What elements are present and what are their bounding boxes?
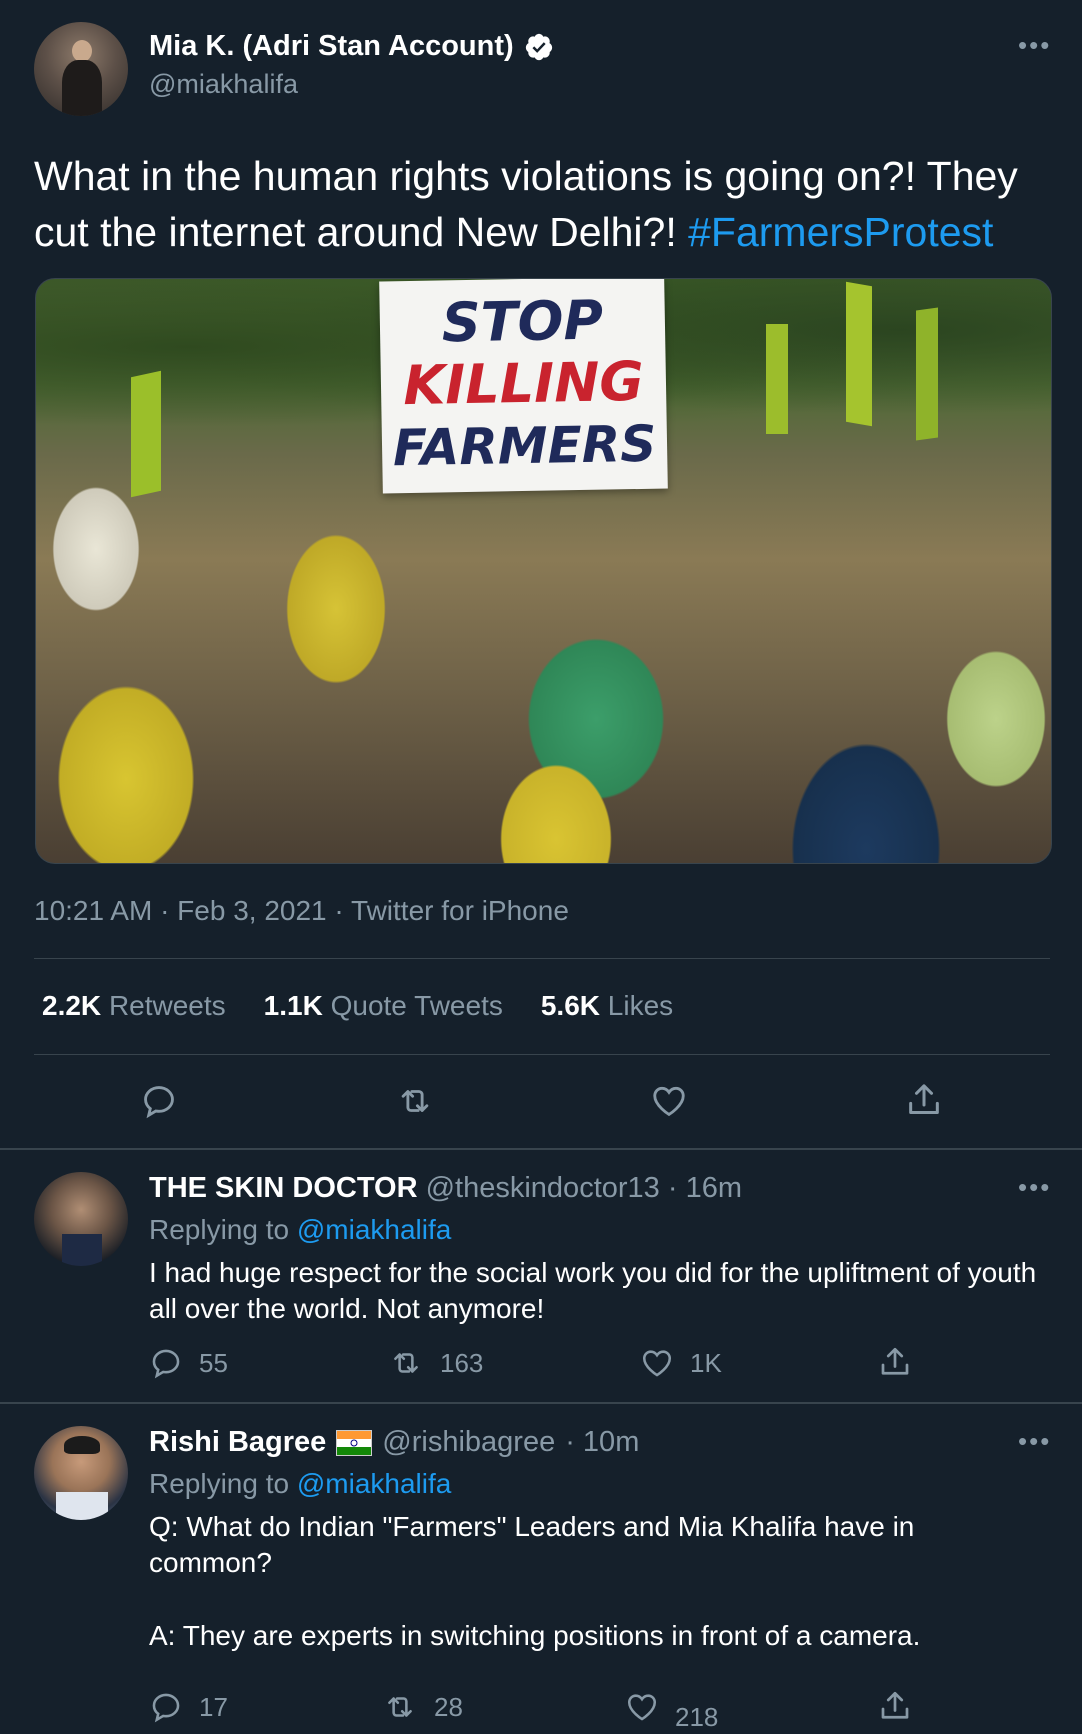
retweet-icon	[394, 1353, 418, 1373]
hashtag-link[interactable]: #FarmersProtest	[688, 209, 993, 255]
like-icon	[642, 1350, 672, 1377]
quotes-count: 1.1K	[263, 990, 323, 1021]
tweet-text: What in the human rights violations is g…	[34, 148, 1054, 260]
reply-text-answer: A: They are experts in switching positio…	[149, 1620, 921, 1651]
reply-handle[interactable]: @theskindoctor13	[426, 1172, 660, 1204]
like-icon	[627, 1694, 657, 1721]
replying-to-link[interactable]: @miakhalifa	[297, 1468, 451, 1499]
reply-avatar[interactable]	[34, 1426, 128, 1520]
retweets-count: 2.2K	[42, 990, 102, 1021]
suit	[62, 1234, 102, 1266]
author-name-text: Mia K. (Adri Stan Account)	[149, 30, 514, 62]
stats-divider	[34, 1054, 1050, 1055]
retweet-count: 163	[440, 1347, 484, 1378]
retweet-button[interactable]	[395, 1082, 435, 1120]
stats-row: 2.2K Retweets 1.1K Quote Tweets 5.6K Lik…	[42, 990, 673, 1022]
reply-icon	[144, 1086, 174, 1119]
share-icon	[909, 1084, 939, 1114]
share-button[interactable]	[877, 1688, 913, 1724]
more-options-icon[interactable]: •••	[1018, 1172, 1051, 1203]
reply-button[interactable]	[140, 1082, 178, 1120]
reply-button[interactable]: 17	[149, 1690, 228, 1724]
like-count: 218	[675, 1701, 719, 1732]
reply-display-name[interactable]: Rishi Bagree	[149, 1426, 326, 1459]
likes-stat[interactable]: 5.6K Likes	[541, 990, 673, 1022]
author-display-name[interactable]: Mia K. (Adri Stan Account)	[149, 30, 554, 63]
verified-badge-icon	[524, 32, 554, 62]
reply-icon	[152, 1693, 180, 1723]
replying-to-link[interactable]: @miakhalifa	[297, 1214, 451, 1245]
retweet-icon	[388, 1697, 412, 1717]
more-options-icon[interactable]: •••	[1018, 1426, 1051, 1457]
author-handle[interactable]: @miakhalifa	[149, 69, 298, 100]
shirt	[56, 1492, 108, 1520]
replying-prefix: Replying to	[149, 1214, 297, 1245]
share-icon	[881, 1347, 909, 1375]
tweet-meta: 10:21 AM · Feb 3, 2021 · Twitter for iPh…	[34, 895, 569, 926]
sign-line-killing: KILLING	[402, 349, 645, 418]
reply-header: Rishi Bagree @rishibagree · 10m	[149, 1426, 639, 1459]
retweets-label: Retweets	[108, 990, 226, 1021]
green-flag	[766, 324, 788, 434]
india-flag-icon	[336, 1429, 373, 1456]
share-icon	[881, 1691, 909, 1719]
share-button[interactable]	[877, 1344, 913, 1380]
retweet-count: 28	[434, 1691, 463, 1722]
reply-count: 55	[199, 1347, 228, 1378]
hair	[64, 1436, 100, 1454]
likes-label: Likes	[607, 990, 674, 1021]
replying-to: Replying to @miakhalifa	[149, 1214, 451, 1246]
green-flag	[846, 281, 872, 427]
share-button[interactable]	[904, 1080, 944, 1120]
like-count: 1K	[690, 1347, 722, 1378]
meta-divider	[34, 958, 1050, 959]
reply-tweet[interactable]: THE SKIN DOCTOR @theskindoctor13 · 16m •…	[0, 1150, 1082, 1402]
reply-text-question: Q: What do Indian "Farmers" Leaders and …	[149, 1511, 915, 1578]
retweets-stat[interactable]: 2.2K Retweets	[42, 990, 226, 1022]
reply-icon	[152, 1349, 180, 1379]
reply-text: I had huge respect for the social work y…	[149, 1257, 1037, 1324]
like-button[interactable]	[650, 1082, 688, 1120]
tweet-thread: Mia K. (Adri Stan Account) @miakhalifa •…	[0, 0, 1082, 1734]
reply-display-name[interactable]: THE SKIN DOCTOR	[149, 1172, 418, 1204]
likes-count: 5.6K	[540, 990, 601, 1021]
like-icon	[653, 1086, 685, 1117]
quotes-label: Quote Tweets	[330, 990, 503, 1021]
sign-line-stop: STOP	[441, 288, 604, 355]
reply-time[interactable]: · 16m	[668, 1172, 742, 1204]
retweet-button[interactable]: 163	[388, 1346, 483, 1380]
sign-line-farmers: FARMERS	[392, 414, 657, 478]
reply-tweet[interactable]: Rishi Bagree @rishibagree · 10m ••• Repl…	[0, 1404, 1082, 1734]
more-options-icon[interactable]: •••	[1018, 30, 1051, 61]
retweet-icon	[401, 1090, 429, 1112]
avatar-face	[72, 40, 92, 62]
like-button[interactable]: 1K	[640, 1346, 722, 1380]
reply-header: THE SKIN DOCTOR @theskindoctor13 · 16m	[149, 1172, 742, 1205]
avatar-body	[62, 60, 102, 116]
like-button[interactable]: 218	[625, 1690, 718, 1732]
reply-count: 17	[199, 1691, 228, 1722]
reply-avatar[interactable]	[34, 1172, 128, 1266]
quote-tweets-stat[interactable]: 1.1K Quote Tweets	[264, 990, 503, 1022]
tweet-image[interactable]: STOP KILLING FARMERS	[35, 278, 1052, 864]
reply-button[interactable]: 55	[149, 1346, 228, 1380]
reply-handle[interactable]: @rishibagree	[382, 1426, 555, 1459]
author-avatar[interactable]	[34, 22, 128, 116]
replying-prefix: Replying to	[149, 1468, 297, 1499]
reply-time[interactable]: · 10m	[565, 1426, 639, 1459]
protest-sign: STOP KILLING FARMERS	[379, 279, 668, 494]
retweet-button[interactable]: 28	[382, 1690, 463, 1724]
replying-to: Replying to @miakhalifa	[149, 1468, 451, 1500]
